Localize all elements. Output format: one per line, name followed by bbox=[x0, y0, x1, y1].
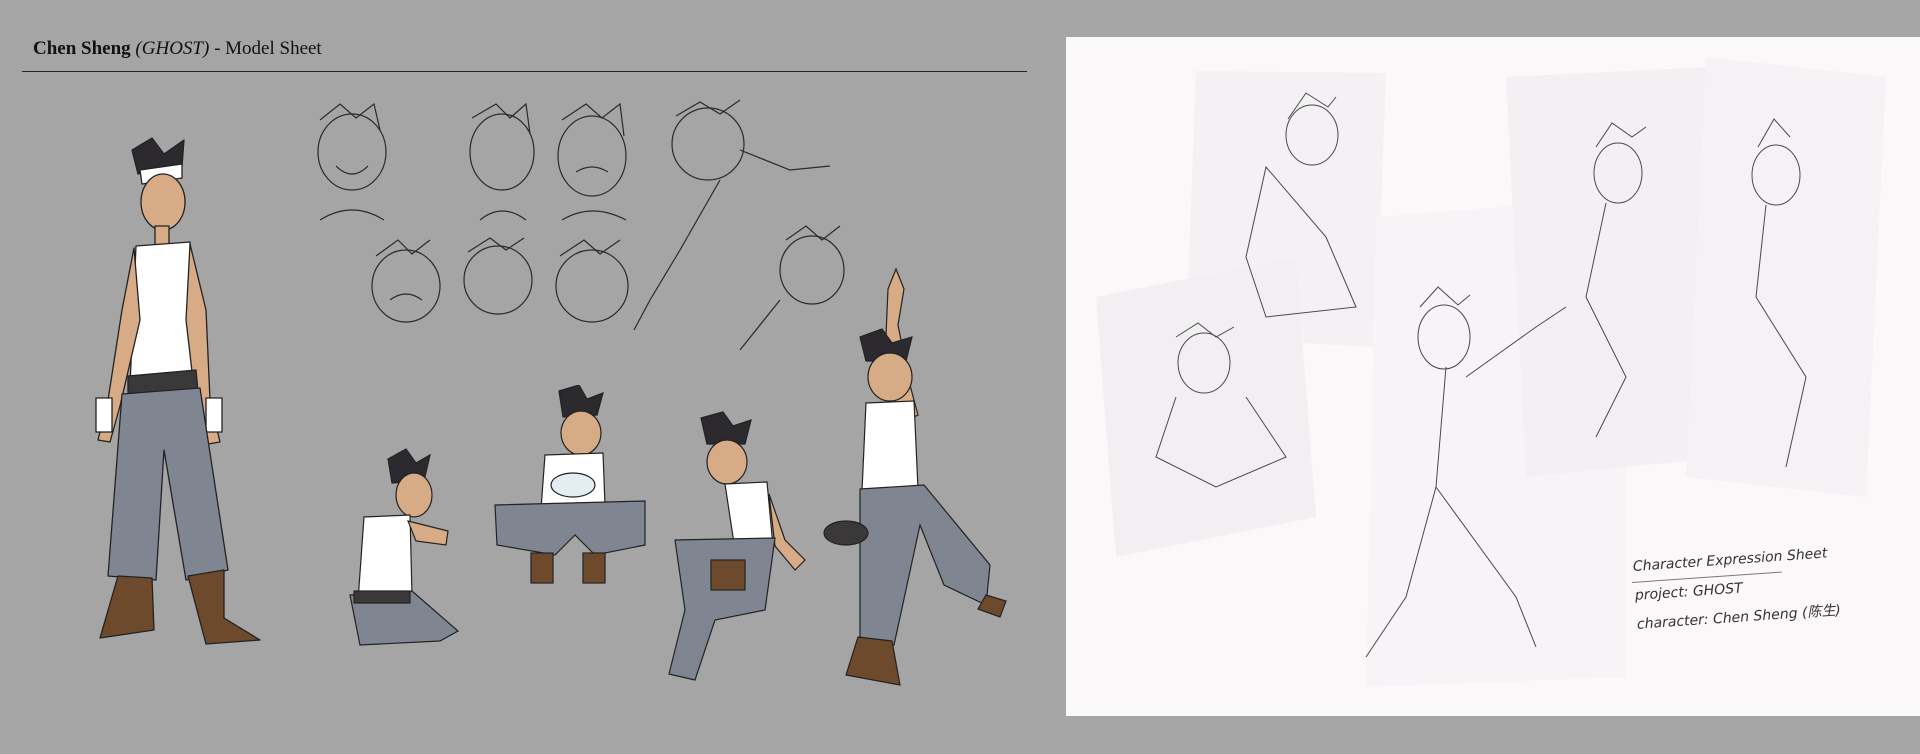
standing-figure bbox=[95, 137, 261, 645]
title-name: Chen Sheng bbox=[33, 38, 131, 59]
crouching-figure bbox=[668, 411, 806, 681]
title-divider bbox=[22, 71, 1027, 72]
squatting-figure bbox=[494, 385, 646, 584]
sitting-figure bbox=[349, 448, 460, 646]
title-alias: (GHOST) bbox=[135, 38, 210, 59]
sheet-title: Chen Sheng (GHOST) - Model Sheet bbox=[33, 38, 322, 60]
title-suffix: - Model Sheet bbox=[209, 38, 322, 59]
waving-figure bbox=[823, 267, 1007, 686]
expression-sheet-caption: Character Expression Sheet project: GHOS… bbox=[1632, 539, 1842, 640]
